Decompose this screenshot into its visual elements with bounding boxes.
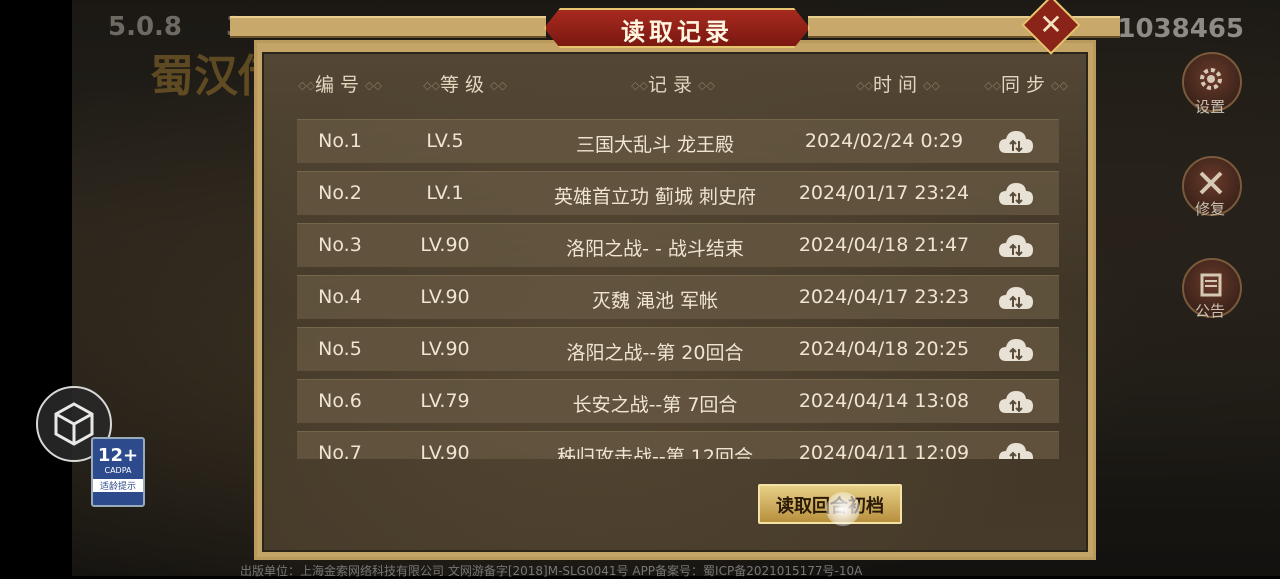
cloud-sync-icon[interactable] [997,439,1035,459]
cloud-sync-icon[interactable] [997,335,1035,365]
record-time: 2024/04/11 12:09 [798,442,970,459]
record-level: LV.90 [420,338,470,360]
record-level: LV.90 [420,442,470,459]
settings-label: 设置 [1194,98,1225,116]
currency-count: 1038465 [1117,14,1244,44]
record-name: 英雄首立功 蓟城 刺史府 [553,186,757,208]
record-name: 三国大乱斗 龙王殿 [575,134,735,156]
record-level: LV.1 [426,182,464,204]
notice-label: 公告 [1194,302,1225,320]
column-header-sync: ◇◇同步◇◇ [984,74,1068,96]
column-header-record-label: 记录 [647,74,698,96]
age-rating-tip: 适龄提示 [93,479,143,492]
cloud-sync-icon[interactable] [997,387,1035,417]
record-no: No.7 [318,442,362,459]
record-no: No.3 [318,234,362,256]
column-header-sync-label: 同步 [1000,74,1051,96]
dialog-title: 读取记录 [621,18,733,46]
record-time: 2024/04/18 20:25 [798,338,970,360]
column-header-level-label: 等级 [439,74,490,96]
record-name: 灭魏 渑池 军帐 [591,290,719,312]
record-no: No.5 [318,338,362,360]
record-row[interactable]: No.2 LV.1 英雄首立功 蓟城 刺史府 2024/01/17 23:24 [297,171,1059,215]
record-name: 秭归攻击战--第 12回合 [557,446,753,459]
close-icon[interactable]: ✕ [1030,8,1072,41]
record-row[interactable]: No.5 LV.90 洛阳之战--第 20回合 2024/04/18 20:25 [297,327,1059,371]
scroll-icon [1200,273,1222,297]
record-no: No.4 [318,286,362,308]
age-rating-number: 12+ [97,445,139,466]
column-header-record: ◇◇记录◇◇ [631,74,715,96]
gear-icon [1200,68,1222,90]
record-no: No.1 [318,130,362,152]
record-row[interactable]: No.7 LV.90 秭归攻击战--第 12回合 2024/04/11 12:0… [297,431,1059,459]
record-no: No.6 [318,390,362,412]
age-rating-badge: 12+ CADPA 适龄提示 [91,437,145,507]
record-row[interactable]: No.1 LV.5 三国大乱斗 龙王殿 2024/02/24 0:29 [297,119,1059,163]
age-rating-org: CADPA [104,466,132,475]
version-label: 5.0.8 [108,12,183,42]
column-header-time: ◇◇时间◇◇ [856,74,940,96]
record-no: No.2 [318,182,362,204]
record-time: 2024/04/14 13:08 [798,390,970,412]
column-header-level: ◇◇等级◇◇ [423,74,507,96]
record-name: 洛阳之战- - 战斗结束 [566,238,744,260]
record-row[interactable]: No.6 LV.79 长安之战--第 7回合 2024/04/14 13:08 [297,379,1059,423]
record-level: LV.90 [420,286,470,308]
column-header-no: ◇◇编号◇◇ [298,74,382,96]
record-level: LV.79 [420,390,470,412]
record-level: LV.90 [420,234,470,256]
record-name: 长安之战--第 7回合 [572,394,738,416]
record-time: 2024/01/17 23:24 [798,182,970,204]
cloud-sync-icon[interactable] [997,231,1035,261]
record-row[interactable]: No.3 LV.90 洛阳之战- - 战斗结束 2024/04/18 21:47 [297,223,1059,267]
wrench-icon [1199,171,1223,195]
cloud-sync-icon[interactable] [997,283,1035,313]
record-time: 2024/02/24 0:29 [804,130,964,152]
record-name: 洛阳之战--第 20回合 [566,342,744,364]
record-row[interactable]: No.4 LV.90 灭魏 渑池 军帐 2024/04/17 23:23 [297,275,1059,319]
touch-indicator [826,492,860,526]
repair-label: 修复 [1194,200,1225,218]
column-header-no-label: 编号 [314,74,365,96]
column-header-time-label: 时间 [872,74,923,96]
publisher-notice: 出版单位：上海金索网络科技有限公司 文网游备字[2018]M-SLG0041号 … [240,564,863,578]
record-level: LV.5 [426,130,464,152]
record-list[interactable]: No.1 LV.5 三国大乱斗 龙王殿 2024/02/24 0:29 No.2… [297,119,1059,459]
title-wing-left [230,16,546,38]
record-time: 2024/04/17 23:23 [798,286,970,308]
cloud-sync-icon[interactable] [997,179,1035,209]
cloud-sync-icon[interactable] [997,127,1035,157]
record-time: 2024/04/18 21:47 [798,234,970,256]
